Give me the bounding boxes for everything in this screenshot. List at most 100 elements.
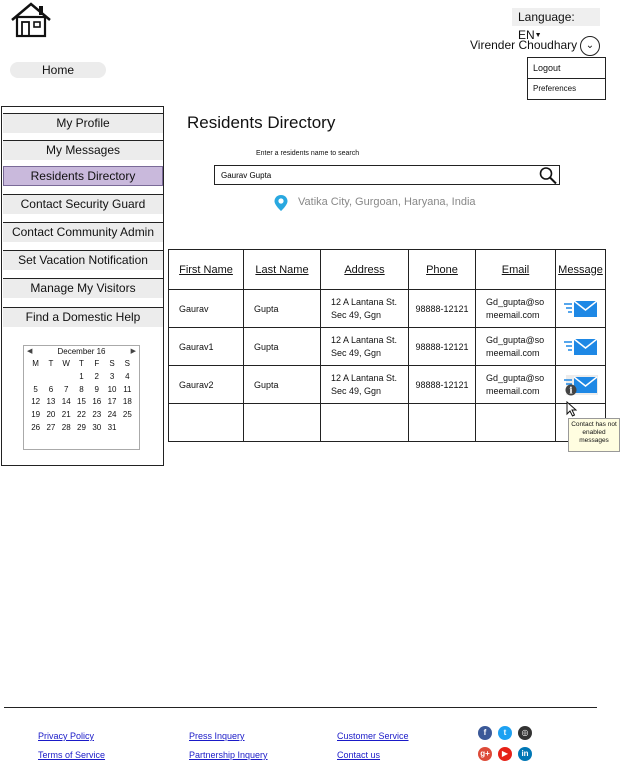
sidebar-item-my-messages[interactable]: My Messages (3, 140, 163, 160)
message-cell: i (555, 365, 606, 404)
sidebar-item-contact-security-guard[interactable]: Contact Security Guard (3, 194, 163, 214)
calendar-weekday: M (32, 359, 39, 368)
preferences-menu-item[interactable]: Preferences (528, 78, 605, 98)
calendar-day[interactable]: 8 (74, 384, 89, 397)
send-mail-icon[interactable] (563, 335, 599, 359)
calendar-day[interactable]: 23 (89, 409, 104, 422)
contact-us-link[interactable]: Contact us (337, 750, 380, 760)
email-line1: Gd_gupta@so (486, 296, 545, 307)
calendar-day[interactable]: 11 (120, 384, 135, 397)
calendar-day[interactable]: 20 (43, 409, 58, 422)
calendar-day[interactable]: 21 (59, 409, 74, 422)
calendar-day[interactable]: 22 (74, 409, 89, 422)
send-mail-icon[interactable] (563, 297, 599, 321)
search-icon[interactable] (538, 166, 558, 185)
calendar-day[interactable]: 5 (28, 384, 43, 397)
first-name-cell: Gaurav (168, 289, 244, 328)
email-cell: Gd_gupta@so meemail.com (475, 327, 556, 366)
residents-table: First Name Last Name Address Phone Email… (168, 249, 606, 442)
instagram-icon[interactable]: ◎ (518, 726, 532, 740)
home-button[interactable]: Home (10, 62, 106, 78)
calendar-next-icon[interactable]: ▶ (131, 346, 136, 358)
calendar-day[interactable]: 15 (74, 396, 89, 409)
chevron-down-icon: ⌄ (585, 40, 595, 51)
calendar-day[interactable]: 14 (59, 396, 74, 409)
column-header-first-name[interactable]: First Name (168, 249, 244, 290)
logout-menu-item[interactable]: Logout (528, 58, 605, 78)
search-box (214, 165, 560, 185)
first-name-cell: Gaurav2 (168, 365, 244, 404)
youtube-icon[interactable]: ▶ (498, 747, 512, 761)
sidebar-item-contact-community-admin[interactable]: Contact Community Admin (3, 222, 163, 242)
customer-service-link[interactable]: Customer Service (337, 731, 409, 741)
calendar-day[interactable]: 24 (104, 409, 119, 422)
sidebar-item-my-profile[interactable]: My Profile (3, 113, 163, 133)
linkedin-icon[interactable]: in (518, 747, 532, 761)
terms-of-service-link[interactable]: Terms of Service (38, 750, 105, 760)
address-line1: 12 A Lantana St. (331, 372, 398, 383)
calendar-day[interactable]: 31 (104, 422, 119, 435)
sidebar: My Profile My Messages Residents Directo… (1, 106, 164, 466)
calendar-day[interactable]: 1 (74, 371, 89, 384)
user-dropdown-menu: Logout Preferences (527, 57, 606, 100)
column-header-last-name[interactable]: Last Name (243, 249, 321, 290)
sidebar-item-find-domestic-help[interactable]: Find a Domestic Help (3, 307, 163, 327)
email-line2: meemail.com (486, 347, 540, 358)
first-name-cell: Gaurav1 (168, 327, 244, 366)
column-header-email[interactable]: Email (475, 249, 556, 290)
calendar-day[interactable]: 7 (59, 384, 74, 397)
svg-text:i: i (569, 386, 573, 396)
twitter-icon[interactable]: t (498, 726, 512, 740)
column-header-phone[interactable]: Phone (408, 249, 476, 290)
calendar-day[interactable]: 12 (28, 396, 43, 409)
calendar-day[interactable]: 27 (43, 422, 58, 435)
phone-cell: 98888-12121 (408, 327, 476, 366)
email-line1: Gd_gupta@so (486, 372, 545, 383)
calendar-day[interactable]: 10 (104, 384, 119, 397)
calendar-day[interactable]: 29 (74, 422, 89, 435)
search-input[interactable] (221, 169, 521, 182)
home-logo-icon[interactable] (10, 2, 52, 38)
email-line1: Gd_gupta@so (486, 334, 545, 345)
calendar-day[interactable]: 16 (89, 396, 104, 409)
calendar-weekday: F (94, 359, 100, 368)
last-name-cell: Gupta (243, 365, 321, 404)
calendar-day (120, 422, 135, 435)
calendar-day (59, 371, 74, 384)
privacy-policy-link[interactable]: Privacy Policy (38, 731, 94, 741)
language-selector[interactable]: Language: EN▼ (512, 8, 600, 42)
calendar-day[interactable]: 28 (59, 422, 74, 435)
sidebar-item-residents-directory[interactable]: Residents Directory (3, 166, 163, 186)
search-label: Enter a residents name to search (256, 150, 360, 157)
google-plus-icon[interactable]: g+ (478, 747, 492, 761)
calendar-day[interactable]: 6 (43, 384, 58, 397)
facebook-icon[interactable]: f (478, 726, 492, 740)
calendar-day[interactable]: 13 (43, 396, 58, 409)
calendar-prev-icon[interactable]: ◀ (27, 346, 32, 358)
page-title: Residents Directory (187, 113, 336, 132)
tooltip: Contact has not enabled messages (568, 418, 620, 452)
calendar-weekday: T (79, 359, 84, 368)
calendar-day[interactable]: 2 (89, 371, 104, 384)
sidebar-item-set-vacation-notification[interactable]: Set Vacation Notification (3, 250, 163, 270)
calendar-day[interactable]: 30 (89, 422, 104, 435)
sidebar-item-manage-my-visitors[interactable]: Manage My Visitors (3, 278, 163, 298)
phone-cell: 98888-12121 (408, 289, 476, 328)
column-header-message[interactable]: Message (555, 249, 606, 290)
partnership-inquery-link[interactable]: Partnership Inquery (189, 750, 268, 760)
calendar-day[interactable]: 3 (104, 371, 119, 384)
column-header-address[interactable]: Address (320, 249, 409, 290)
table-header-row: First Name Last Name Address Phone Email… (168, 249, 606, 290)
calendar-day[interactable]: 17 (104, 396, 119, 409)
calendar-day[interactable]: 9 (89, 384, 104, 397)
calendar-day[interactable]: 4 (120, 371, 135, 384)
address-cell: 12 A Lantana St. Sec 49, Ggn (320, 365, 409, 404)
location-pin-icon (274, 195, 288, 211)
calendar-day[interactable]: 26 (28, 422, 43, 435)
press-inquery-link[interactable]: Press Inquery (189, 731, 245, 741)
calendar-day[interactable]: 19 (28, 409, 43, 422)
calendar-day[interactable]: 18 (120, 396, 135, 409)
message-cell (555, 327, 606, 366)
calendar-day[interactable]: 25 (120, 409, 135, 422)
user-menu-toggle[interactable]: ⌄ (580, 36, 600, 56)
